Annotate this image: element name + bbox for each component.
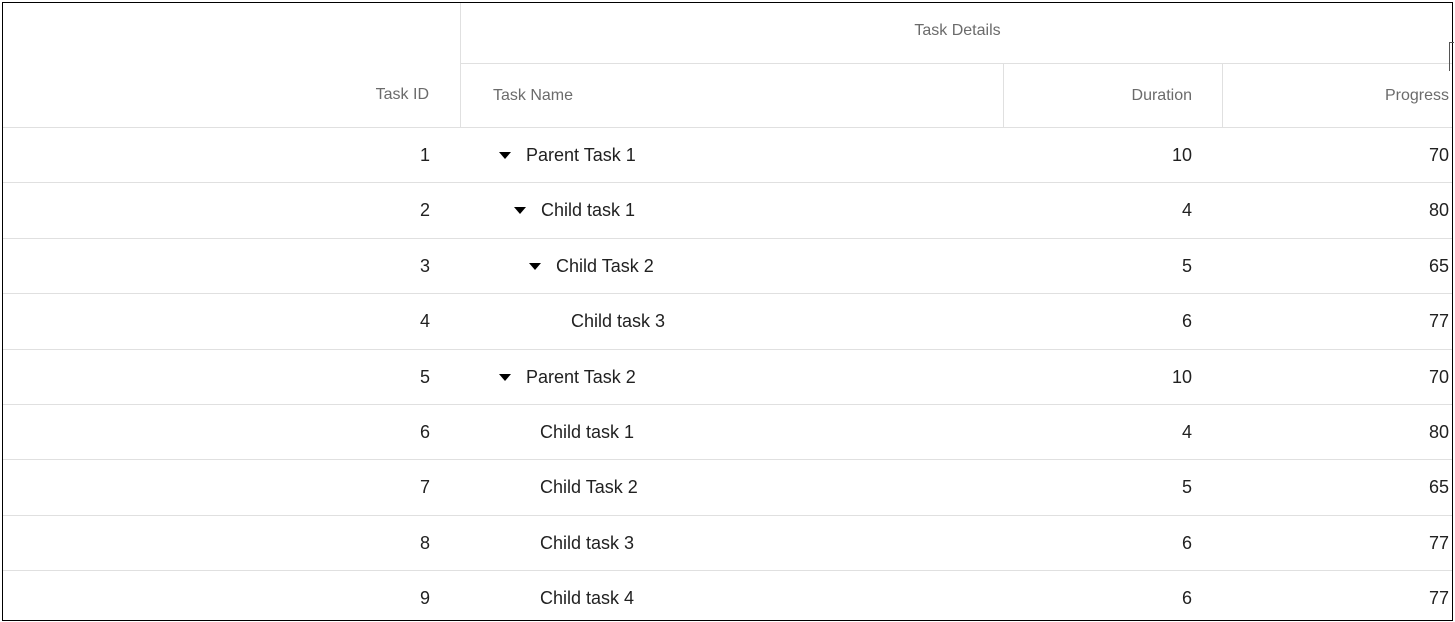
- task-name-label: Child task 1: [541, 200, 636, 221]
- task-name-cell: Child task 3: [461, 516, 1004, 570]
- progress-cell: 80: [1428, 200, 1449, 221]
- column-header-duration-label: Duration: [1131, 87, 1192, 104]
- table-row[interactable]: 5 Parent Task 2 10 70: [3, 350, 1452, 405]
- task-id-cell: 3: [419, 255, 430, 276]
- grid-header: Task ID Task Details Task Name Duration …: [3, 3, 1452, 128]
- table-row[interactable]: 8 Child task 3 6 77: [3, 516, 1452, 572]
- tree-grid: Task ID Task Details Task Name Duration …: [2, 2, 1453, 621]
- grid-body: 1 Parent Task 1 10 70 2 Child task 1 4 80 3 Child…: [3, 128, 1452, 620]
- table-row[interactable]: 7 Child Task 2 5 65: [3, 460, 1452, 516]
- task-name-cell: Child Task 2: [461, 239, 1004, 293]
- collapse-caret-icon[interactable]: [499, 152, 511, 159]
- duration-cell: 5: [1181, 255, 1192, 276]
- task-name-cell: Child Task 2: [461, 460, 1004, 514]
- column-header-task-id[interactable]: Task ID: [3, 3, 461, 127]
- column-header-task-name[interactable]: Task Name: [461, 64, 1004, 127]
- duration-cell: 4: [1181, 200, 1192, 221]
- table-row[interactable]: 9 Child task 4 6 77: [3, 571, 1452, 620]
- task-id-cell: 5: [419, 366, 430, 387]
- task-name-cell: Child task 1: [461, 183, 1004, 237]
- task-name-label: Child task 4: [540, 588, 635, 609]
- task-id-cell: 1: [419, 145, 430, 165]
- table-row[interactable]: 3 Child Task 2 5 65: [3, 239, 1452, 295]
- task-name-cell: Child task 4: [461, 571, 1004, 620]
- task-id-cell: 4: [419, 311, 430, 332]
- progress-cell: 70: [1428, 145, 1449, 165]
- column-header-task-name-label: Task Name: [493, 87, 574, 104]
- task-name-cell: Parent Task 1: [461, 128, 1004, 182]
- task-name-label: Child Task 2: [540, 477, 638, 498]
- task-name-label: Parent Task 1: [526, 145, 636, 165]
- duration-cell: 6: [1181, 532, 1192, 553]
- task-id-cell: 7: [419, 477, 430, 498]
- table-row[interactable]: 4 Child task 3 6 77: [3, 294, 1452, 350]
- duration-cell: 5: [1181, 477, 1192, 498]
- collapse-caret-icon[interactable]: [514, 207, 526, 215]
- duration-cell: 10: [1171, 145, 1192, 165]
- column-group-header-task-details[interactable]: Task Details: [461, 3, 1452, 64]
- task-name-cell: Child task 3: [461, 294, 1004, 348]
- task-name-label: Child task 3: [540, 532, 635, 553]
- progress-cell: 80: [1428, 421, 1449, 442]
- collapse-caret-icon[interactable]: [529, 262, 541, 270]
- progress-cell: 70: [1428, 366, 1449, 387]
- task-name-label: Child task 1: [540, 421, 635, 442]
- column-header-progress-label: Progress: [1384, 87, 1449, 104]
- table-row[interactable]: 6 Child task 1 4 80: [3, 405, 1452, 461]
- task-name-cell: Parent Task 2: [461, 350, 1004, 404]
- task-id-cell: 9: [419, 588, 430, 609]
- column-resize-handle[interactable]: [1449, 42, 1454, 71]
- column-header-progress[interactable]: Progress: [1223, 64, 1452, 127]
- progress-cell: 65: [1428, 255, 1449, 276]
- task-name-label: Child Task 2: [556, 255, 654, 276]
- duration-cell: 4: [1181, 421, 1192, 442]
- progress-cell: 65: [1428, 477, 1449, 498]
- table-row[interactable]: 1 Parent Task 1 10 70: [3, 128, 1452, 184]
- progress-cell: 77: [1428, 532, 1449, 553]
- column-header-duration[interactable]: Duration: [1004, 64, 1223, 127]
- collapse-caret-icon[interactable]: [499, 373, 511, 381]
- duration-cell: 6: [1181, 588, 1192, 609]
- task-id-cell: 8: [419, 532, 430, 553]
- progress-cell: 77: [1428, 588, 1449, 609]
- task-id-cell: 2: [419, 200, 430, 221]
- column-group-header-label: Task Details: [914, 22, 1001, 39]
- table-row[interactable]: 2 Child task 1 4 80: [3, 183, 1452, 239]
- task-name-label: Child task 3: [571, 311, 666, 332]
- duration-cell: 10: [1171, 366, 1192, 387]
- task-name-label: Parent Task 2: [526, 366, 636, 387]
- column-header-task-id-label: Task ID: [375, 86, 429, 103]
- progress-cell: 77: [1428, 311, 1449, 332]
- task-id-cell: 6: [419, 421, 430, 442]
- task-name-cell: Child task 1: [461, 405, 1004, 459]
- duration-cell: 6: [1181, 311, 1192, 332]
